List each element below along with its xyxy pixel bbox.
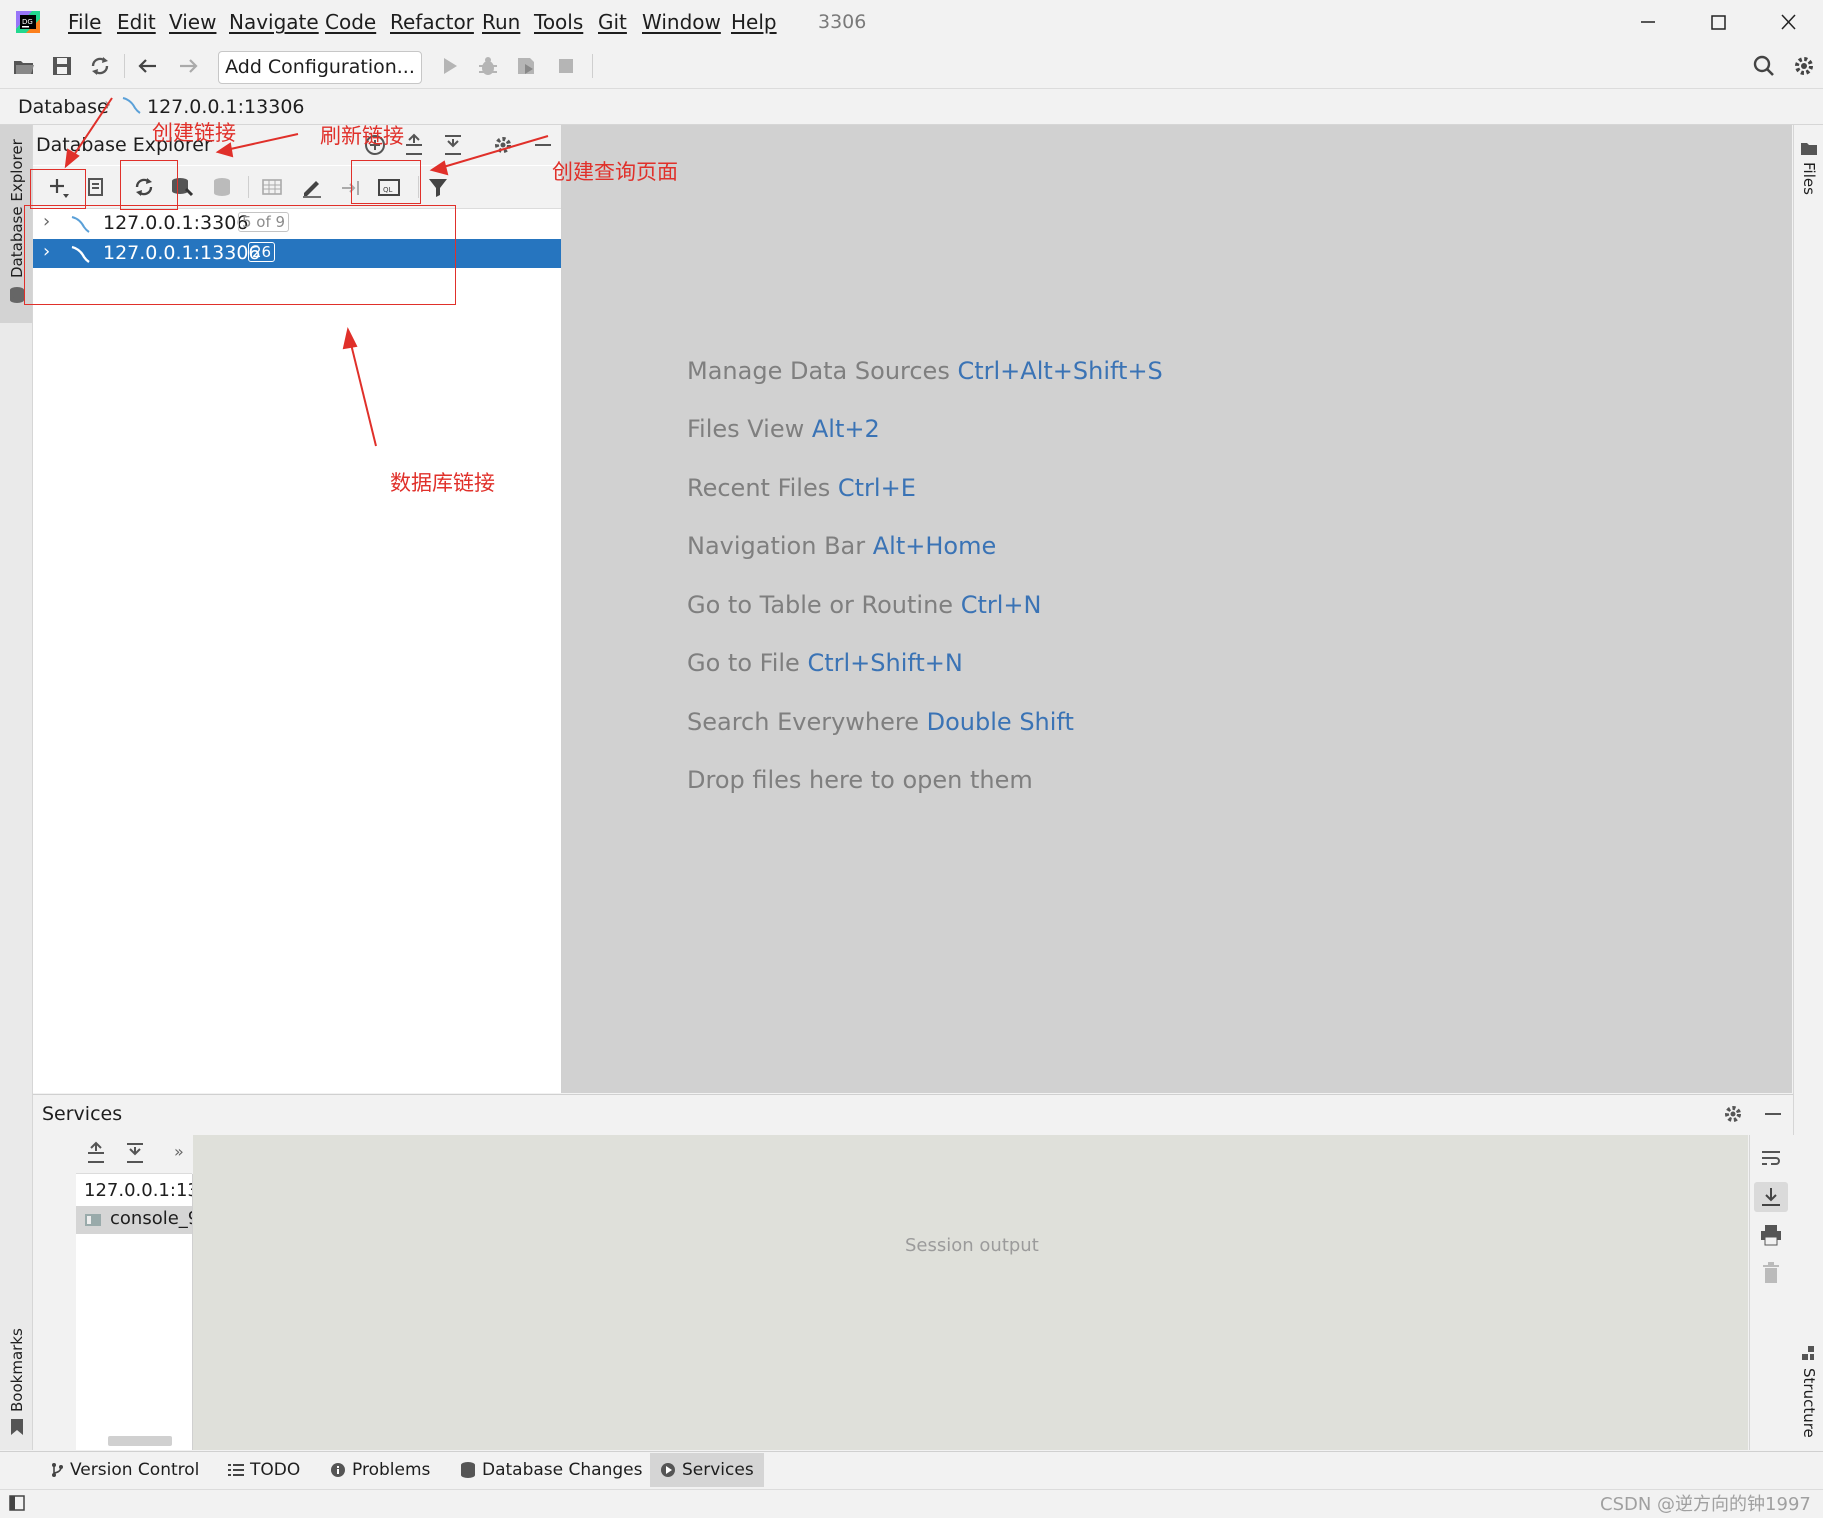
annotation-arrows <box>64 97 549 447</box>
